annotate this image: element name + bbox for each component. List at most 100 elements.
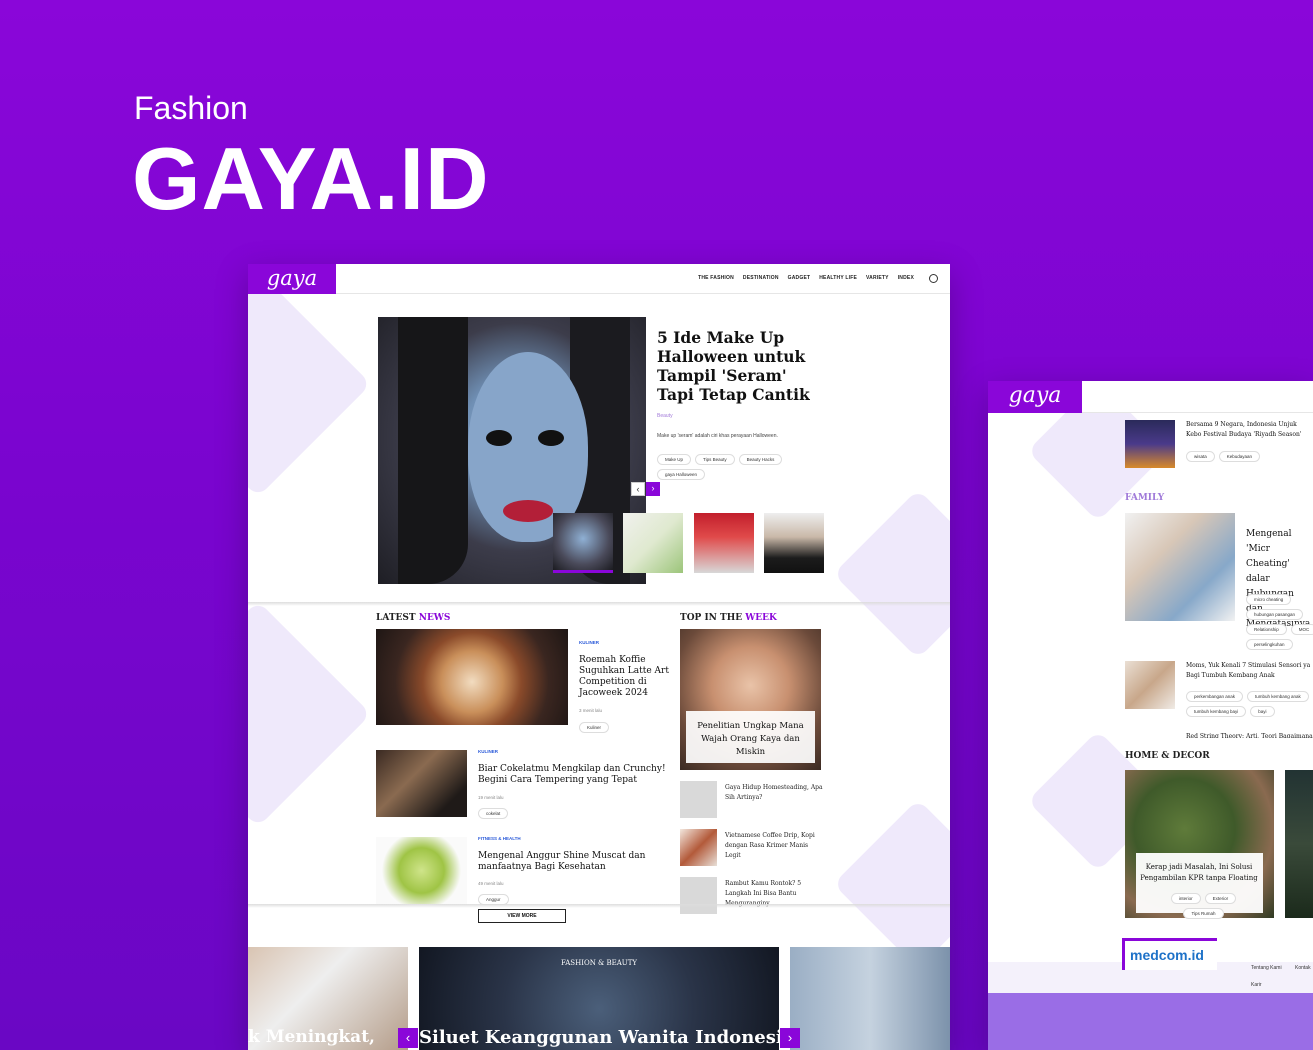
top-week-item[interactable]: Rambut Kamu Rontok? 5 Langkah Ini Bisa B… [680,877,825,917]
article-time: 3 menit lalu [579,708,603,713]
tag[interactable]: MOC [1290,624,1313,635]
tags: interior Exterior Tips Rumah [1166,893,1241,919]
article-title[interactable]: Biar Cokelatmu Mengkilap dan Crunchy! Be… [478,764,668,786]
tag[interactable]: Kuliner [579,722,610,733]
nav-item-index[interactable]: INDEX [898,275,914,281]
thumbnail-halloween[interactable] [553,513,613,573]
article-category[interactable]: FITNESS & HEALTH [478,836,521,841]
footer-link[interactable]: Kontak [1295,965,1311,971]
article-image[interactable] [1125,420,1175,468]
tag[interactable]: perkembangan anak [1186,691,1244,702]
tag[interactable]: gaya Halloween [657,469,706,480]
item-thumbnail [680,829,717,866]
mobile-mockup: gaya Bersama 9 Negara, Indonesia Unjuk K… [988,381,1313,1050]
article-category[interactable]: KULINER [579,640,599,645]
footer-logo[interactable]: medcom.id [1130,947,1204,963]
tag[interactable]: Tips Rumah [1183,908,1224,919]
site-logo[interactable]: gaya [248,264,336,294]
carousel-next-button[interactable]: › [646,482,660,496]
article-image[interactable] [1125,513,1235,621]
article-image[interactable] [376,837,467,904]
site-header: gaya THE FASHION DESTINATION GADGET HEAL… [248,264,950,294]
tag[interactable]: wisata [1186,451,1215,462]
article-time: 19 menit lalu [478,795,504,800]
tag[interactable]: cokelat [478,808,509,819]
item-thumbnail [680,781,717,818]
article-category[interactable]: KULINER [478,749,498,754]
featured-title[interactable]: 5 Ide Make Up Halloween untuk Tampil 'Se… [657,328,817,404]
tag[interactable]: Make Up [657,454,692,465]
article-image[interactable] [1125,661,1175,709]
article-image[interactable] [376,750,467,817]
featured-tags: Make Up Tips Beauty Beauty Hacks gaya Ha… [657,454,797,480]
nav-item-variety[interactable]: VARIETY [866,275,889,281]
footer-link[interactable]: Karir [1251,982,1262,988]
tag[interactable]: Beauty Hacks [738,454,783,465]
item-title[interactable]: Gaya Hidup Homesteading, Apa Sih Artinya… [725,783,825,803]
article-time: 49 menit lalu [478,881,504,886]
footer-band [988,993,1313,1050]
carousel-prev-button[interactable]: ‹ [631,482,645,496]
top-week-item[interactable]: Gaya Hidup Homesteading, Apa Sih Artinya… [680,781,825,821]
nav-item-the-fashion[interactable]: THE FASHION [698,275,734,281]
carousel-slide-right[interactable] [790,947,950,1050]
slide-title[interactable]: Siluet Keanggunan Wanita Indonesia [419,1027,779,1048]
top-week-heading: TOP IN THE WEEK [680,613,777,623]
tag[interactable]: Exterior [1204,893,1237,904]
thumbnail-man[interactable] [764,513,824,573]
decor-shape [833,489,950,659]
nav-item-gadget[interactable]: GADGET [788,275,811,281]
section-divider [248,602,950,606]
home-decor-heading: HOME & DECOR [1125,751,1210,761]
tag[interactable]: Relationship [1246,624,1287,635]
hero-category: Fashion [134,90,248,126]
carousel-next-button[interactable]: › [780,1028,800,1048]
article-title[interactable]: Roemah Koffie Suguhkan Latte Art Competi… [579,655,669,699]
nav-item-healthy-life[interactable]: HEALTHY LIFE [819,275,857,281]
article-title[interactable]: Bersama 9 Negara, Indonesia Unjuk Kebo F… [1186,420,1313,440]
tag[interactable]: hubungan pasangan [1246,609,1304,620]
main-nav: THE FASHION DESTINATION GADGET HEALTHY L… [698,275,914,281]
view-more-button[interactable]: VIEW MORE [478,909,566,923]
article-title[interactable]: Kerap jadi Masalah, Ini Solusi Pengambil… [1140,862,1258,884]
tags: wisata Kebudayaan [1186,451,1261,462]
carousel-prev-button[interactable]: ‹ [398,1028,418,1048]
search-icon[interactable] [929,274,938,283]
slide-title[interactable]: k Meningkat, [248,1027,375,1047]
top-week-item[interactable]: Vietnamese Coffee Drip, Kopi dengan Rasa… [680,829,825,869]
thumbnail-runway[interactable] [694,513,754,573]
site-logo[interactable]: gaya [988,381,1082,413]
tag[interactable]: Kebudayaan [1218,451,1261,462]
tag[interactable]: tumbuh kembang bayi [1186,706,1247,717]
hero-title: GAYA.ID [132,129,490,228]
tag[interactable]: micro cheating [1246,594,1292,605]
slide-category: FASHION & BEAUTY [560,959,637,967]
site-footer [988,962,1313,1050]
footer-link[interactable]: Tentang Kami [1251,965,1282,971]
thumbnail-drink[interactable] [623,513,683,573]
tag[interactable]: interior [1170,893,1201,904]
featured-category[interactable]: Beauty [657,413,673,419]
article-image[interactable] [1285,770,1313,918]
article-title[interactable]: Red String Theory: Arti, Teori Bagaimana… [1186,733,1313,738]
article-title[interactable]: Moms, Yuk Kenali 7 Stimulasi Sensori ya … [1186,661,1313,681]
desktop-mockup: gaya THE FASHION DESTINATION GADGET HEAL… [248,264,950,1050]
top-week-title[interactable]: Penelitian Ungkap Mana Wajah Orang Kaya … [693,720,808,759]
tag[interactable]: tumbuh kembang anak [1247,691,1309,702]
item-title[interactable]: Vietnamese Coffee Drip, Kopi dengan Rasa… [725,831,825,861]
article-title[interactable]: Mengenal Anggur Shine Muscat dan manfaat… [478,851,658,873]
section-divider [248,904,950,908]
tags: perkembangan anak tumbuh kembang anak tu… [1186,691,1313,717]
article-image[interactable] [376,629,568,725]
decor-shape [248,600,372,828]
latest-news-heading: LATEST NEWS [376,613,451,623]
decor-shape [833,799,950,969]
item-thumbnail [680,877,717,914]
tag[interactable]: Tips Beauty [695,454,735,465]
tag[interactable]: bayi [1250,706,1275,717]
tag[interactable]: perselingkuhan [1246,639,1293,650]
carousel-slide-center[interactable]: FASHION & BEAUTY Siluet Keanggunan Wanit… [419,947,779,1050]
nav-item-destination[interactable]: DESTINATION [743,275,779,281]
carousel-slide-left[interactable]: k Meningkat, [248,947,408,1050]
tags: micro cheating hubungan pasangan Relatio… [1246,594,1313,650]
